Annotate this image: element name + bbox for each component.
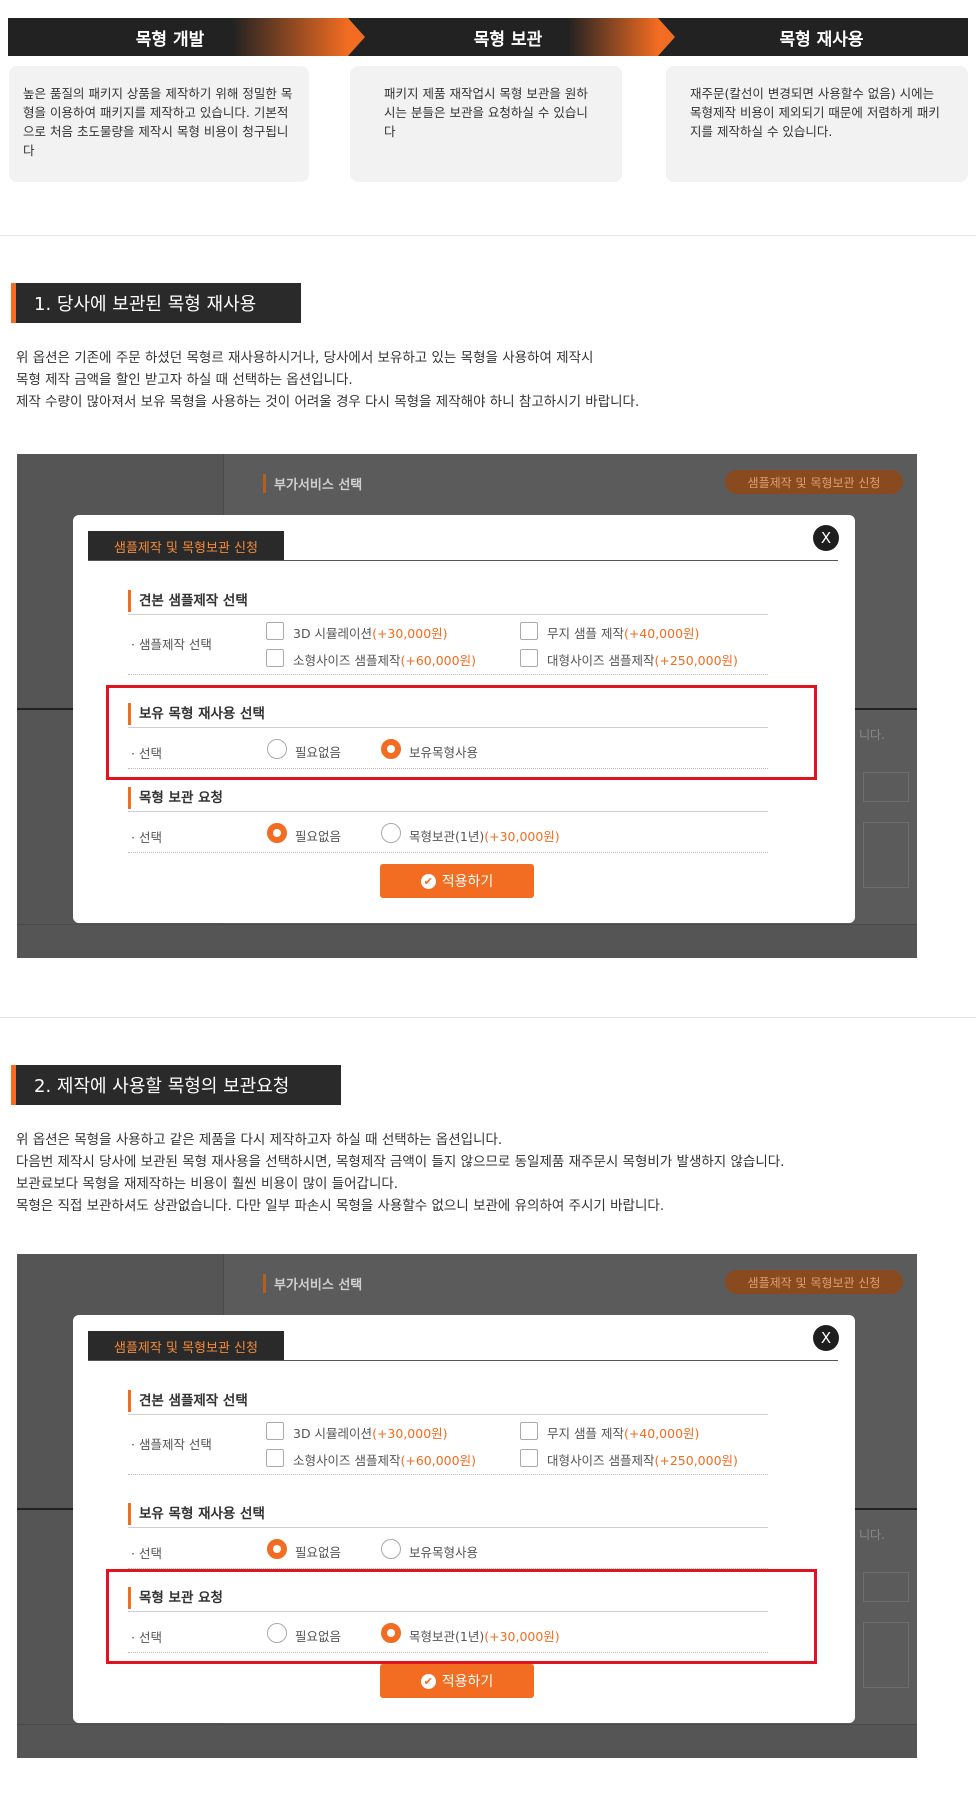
divider <box>0 235 976 236</box>
radio-reuse-owned[interactable] <box>381 1539 401 1559</box>
process-steps: 목형 개발 목형 보관 목형 재사용 <box>8 18 968 56</box>
option-storage-1year: 목형보관(1년)(+30,000원) <box>409 829 560 844</box>
checkbox-large-sample[interactable] <box>520 649 538 667</box>
divider <box>0 1017 976 1018</box>
bg-input <box>863 772 909 802</box>
row-divider <box>128 852 768 853</box>
option-large-sample: 대형사이즈 샘플제작(+250,000원) <box>547 653 738 668</box>
close-button[interactable]: X <box>813 525 839 551</box>
group-title-sample: 견본 샘플제작 선택 <box>128 590 248 612</box>
highlight-reuse-group <box>106 685 817 780</box>
group-line <box>128 614 768 615</box>
section-title-reuse: 1. 당사에 보관된 목형 재사용 <box>11 283 301 323</box>
step-desc-storage: 패키지 제품 재작업시 목형 보관을 원하시는 분들은 보관을 요청하실 수 있… <box>350 66 622 182</box>
apply-label: 적용하기 <box>441 1674 494 1690</box>
desc-line: 위 옵션은 기존에 주문 하셨던 목형르 재사용하시거나, 당사에서 보유하고 … <box>16 350 594 366</box>
step-reuse: 목형 재사용 <box>779 29 864 50</box>
row-label-storage: · 선택 <box>131 830 162 845</box>
radio-storage-none[interactable] <box>267 823 287 843</box>
section-desc-storage: 위 옵션은 목형을 사용하고 같은 제품을 다시 제작하고자 하실 때 선택하는… <box>16 1129 784 1217</box>
bg-section-heading: 부가서비스 선택 <box>263 1274 362 1293</box>
apply-button[interactable]: ✔ 적용하기 <box>380 1664 534 1698</box>
option-small-sample: 소형사이즈 샘플제작(+60,000원) <box>293 1453 476 1468</box>
close-button[interactable]: X <box>813 1325 839 1351</box>
option-storage-none: 필요없음 <box>295 829 342 844</box>
row-label-sample: · 샘플제작 선택 <box>131 637 212 652</box>
checkbox-3d-simulation[interactable] <box>266 1422 284 1440</box>
row-label-sample: · 샘플제작 선택 <box>131 1437 212 1452</box>
option-3d-simulation: 3D 시뮬레이션(+30,000원) <box>293 1426 448 1441</box>
radio-reuse-none[interactable] <box>267 1539 287 1559</box>
desc-line: 위 옵션은 목형을 사용하고 같은 제품을 다시 제작하고자 하실 때 선택하는… <box>16 1132 503 1148</box>
group-line <box>128 1527 768 1528</box>
group-line <box>128 811 768 812</box>
bg-input <box>863 1572 909 1602</box>
screenshot-panel-storage: 부가서비스 선택 샘플제작 및 목형보관 신청 니다. 샘플제작 및 목형보관 … <box>17 1254 917 1758</box>
step-desc-reuse: 재주문(칼선이 변경되면 사용할수 없음) 시에는 목형제작 비용이 제외되기 … <box>666 66 968 182</box>
apply-button[interactable]: ✔ 적용하기 <box>380 864 534 898</box>
modal-tab-underline <box>88 1360 838 1361</box>
modal-tab-underline <box>88 560 838 561</box>
step-divider-1 <box>232 18 348 56</box>
bg-sample-request-button[interactable]: 샘플제작 및 목형보관 신청 <box>725 1270 903 1294</box>
desc-line: 목형은 직접 보관하셔도 상관없습니다. 다만 일부 파손시 목형을 사용할수 … <box>16 1198 665 1214</box>
modal-tab[interactable]: 샘플제작 및 목형보관 신청 <box>88 531 284 561</box>
group-line <box>128 1414 768 1415</box>
bg-text: 니다. <box>859 728 885 742</box>
screenshot-panel-reuse: 부가서비스 선택 샘플제작 및 목형보관 신청 니다. 샘플제작 및 목형보관 … <box>17 454 917 958</box>
modal-tab[interactable]: 샘플제작 및 목형보관 신청 <box>88 1331 284 1361</box>
step-arrow-2 <box>658 18 675 56</box>
checkbox-small-sample[interactable] <box>266 1449 284 1467</box>
modal-sample-storage: 샘플제작 및 목형보관 신청 X 견본 샘플제작 선택 · 샘플제작 선택 3D… <box>73 515 855 923</box>
desc-line: 제작 수량이 많아져서 보유 목형을 사용하는 것이 어려울 경우 다시 목형을… <box>16 394 640 410</box>
checkbox-small-sample[interactable] <box>266 649 284 667</box>
bg-textarea <box>863 822 909 888</box>
checkbox-plain-sample[interactable] <box>520 622 538 640</box>
option-plain-sample: 무지 샘플 제작(+40,000원) <box>547 626 700 641</box>
desc-line: 목형 제작 금액을 할인 받고자 하실 때 선택하는 옵션입니다. <box>16 372 353 388</box>
row-label-reuse: · 선택 <box>131 1546 162 1561</box>
highlight-storage-group <box>106 1569 817 1664</box>
row-divider <box>128 674 768 675</box>
check-icon: ✔ <box>420 873 436 889</box>
group-title-storage: 목형 보관 요청 <box>128 787 223 809</box>
checkbox-large-sample[interactable] <box>520 1449 538 1467</box>
option-reuse-owned: 보유목형사용 <box>409 1545 479 1560</box>
step-divider-2 <box>568 18 658 56</box>
bg-footer <box>17 924 917 958</box>
desc-line: 다음번 제작시 당사에 보관된 목형 재사용을 선택하시면, 목형제작 금액이 … <box>16 1154 785 1170</box>
bg-section-heading: 부가서비스 선택 <box>263 474 362 493</box>
desc-line: 보관료보다 목형을 재제작하는 비용이 훨씬 비용이 많이 들어갑니다. <box>16 1176 399 1192</box>
row-divider <box>128 1474 768 1475</box>
option-small-sample: 소형사이즈 샘플제작(+60,000원) <box>293 653 476 668</box>
bg-textarea <box>863 1622 909 1688</box>
option-large-sample: 대형사이즈 샘플제작(+250,000원) <box>547 1453 738 1468</box>
option-plain-sample: 무지 샘플 제작(+40,000원) <box>547 1426 700 1441</box>
bg-footer <box>17 1724 917 1758</box>
bg-sample-request-button[interactable]: 샘플제작 및 목형보관 신청 <box>725 470 903 494</box>
radio-storage-1year[interactable] <box>381 823 401 843</box>
apply-label: 적용하기 <box>441 874 494 890</box>
option-3d-simulation: 3D 시뮬레이션(+30,000원) <box>293 626 448 641</box>
checkbox-plain-sample[interactable] <box>520 1422 538 1440</box>
bg-text: 니다. <box>859 1528 885 1542</box>
group-title-sample: 견본 샘플제작 선택 <box>128 1390 248 1412</box>
group-title-reuse: 보유 목형 재사용 선택 <box>128 1503 265 1525</box>
section-desc-reuse: 위 옵션은 기존에 주문 하셨던 목형르 재사용하시거나, 당사에서 보유하고 … <box>16 347 639 413</box>
checkbox-3d-simulation[interactable] <box>266 622 284 640</box>
section-title-storage: 2. 제작에 사용할 목형의 보관요청 <box>11 1065 341 1105</box>
option-reuse-none: 필요없음 <box>295 1545 342 1560</box>
modal-sample-storage: 샘플제작 및 목형보관 신청 X 견본 샘플제작 선택 · 샘플제작 선택 3D… <box>73 1315 855 1723</box>
check-icon: ✔ <box>420 1673 436 1689</box>
step-desc-develop: 높은 품질의 패키지 상품을 제작하기 위해 정밀한 목형을 이용하여 패키지를… <box>9 66 309 182</box>
